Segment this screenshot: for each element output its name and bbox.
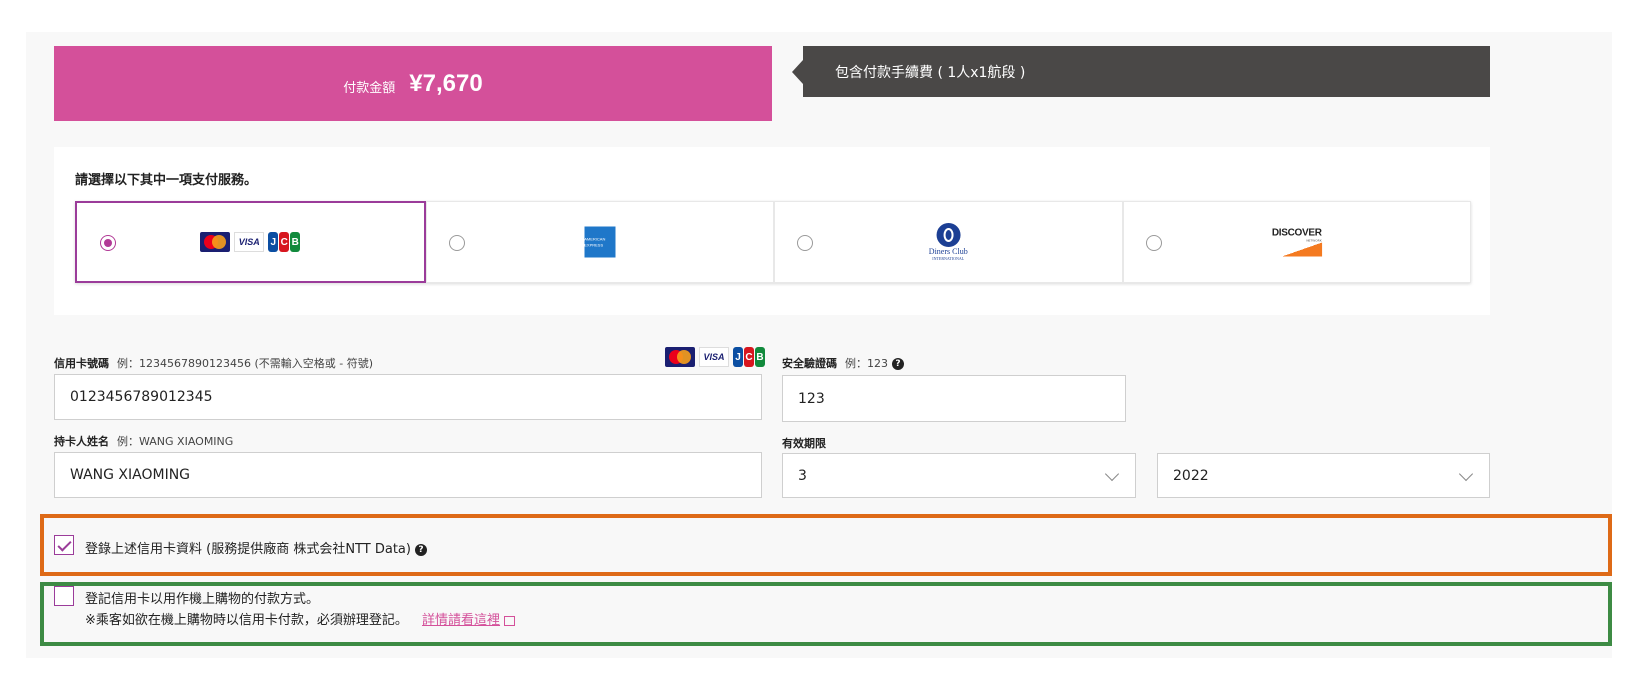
payment-option-discover[interactable]: DISCOVER NETWORK — [1122, 201, 1471, 283]
help-icon[interactable]: ? — [892, 358, 904, 370]
cvv-input[interactable] — [798, 390, 1125, 407]
fee-note: 包含付款手續費 ( 1人x1航段 ) — [792, 46, 1490, 97]
payment-method-card: 請選擇以下其中一項支付服務。 VISA JCB AMERICAN EXPRESS… — [54, 147, 1490, 315]
inflight-shopping-checkbox[interactable] — [54, 586, 74, 606]
expiry-label: 有效期限 — [782, 437, 826, 450]
cvv-label: 安全驗證碼 例：123? — [782, 355, 904, 371]
holder-name-field[interactable] — [54, 452, 762, 498]
card-number-field[interactable] — [54, 374, 762, 420]
inflight-line1: 登記信用卡以用作機上購物的付款方式。 — [85, 592, 320, 607]
card-number-label: 信用卡號碼 例：1234567890123456 (不需輸入空格或 - 符號) — [54, 357, 374, 370]
diners-club-icon: Diners Club INTERNATIONAL — [929, 223, 968, 261]
payment-option-amex[interactable]: AMERICAN EXPRESS — [425, 201, 774, 283]
radio[interactable] — [448, 235, 465, 251]
expiry-year-select[interactable]: 2022 — [1157, 453, 1490, 498]
visa-icon: VISA — [234, 232, 265, 252]
help-icon[interactable]: ? — [414, 543, 427, 556]
payment-options: VISA JCB AMERICAN EXPRESS Diners Club IN… — [75, 201, 1471, 283]
details-link[interactable]: 詳情請看這裡 — [422, 613, 500, 628]
expiry-year-value: 2022 — [1173, 467, 1209, 484]
radio[interactable] — [797, 235, 813, 251]
inflight-line2: ※乘客如欲在機上購物時以信用卡付款，必須辦理登記。 詳情請看這裡 — [85, 609, 516, 628]
chevron-down-icon — [1104, 466, 1120, 482]
amount-value: ¥7,670 — [409, 69, 483, 97]
amount-label: 付款金額 — [343, 81, 396, 96]
external-link-icon — [504, 615, 516, 626]
cvv-field[interactable] — [782, 375, 1126, 422]
register-card-checkbox[interactable] — [54, 535, 74, 555]
payment-option-diners[interactable]: Diners Club INTERNATIONAL — [774, 201, 1123, 283]
radio[interactable] — [1145, 235, 1162, 251]
jcb-icon: JCB — [268, 232, 301, 252]
mastercard-icon — [200, 232, 231, 252]
visa-icon: VISA — [699, 347, 729, 367]
mastercard-icon — [665, 347, 695, 367]
holder-name-input[interactable] — [70, 467, 761, 483]
jcb-icon: JCB — [733, 347, 765, 367]
payment-method-title: 請選擇以下其中一項支付服務。 — [75, 173, 258, 188]
chevron-down-icon — [1458, 466, 1474, 482]
discover-icon: DISCOVER NETWORK — [1272, 228, 1322, 257]
payment-amount-box: 付款金額 ¥7,670 — [54, 46, 772, 121]
payment-option-mc-visa-jcb[interactable]: VISA JCB — [75, 201, 426, 283]
accepted-card-logos: VISA JCB — [665, 347, 765, 367]
register-card-label: 登錄上述信用卡資料 (服務提供廠商 株式会社NTT Data)? — [85, 538, 427, 557]
card-number-input[interactable] — [70, 389, 761, 405]
expiry-month-value: 3 — [798, 467, 807, 484]
expiry-month-select[interactable]: 3 — [782, 453, 1136, 498]
radio-selected[interactable] — [100, 235, 116, 251]
card-logos: VISA JCB — [200, 232, 301, 252]
holder-label: 持卡人姓名 例：WANG XIAOMING — [54, 435, 234, 448]
fee-note-text: 包含付款手續費 ( 1人x1航段 ) — [835, 64, 1026, 81]
amex-icon: AMERICAN EXPRESS — [584, 226, 616, 258]
